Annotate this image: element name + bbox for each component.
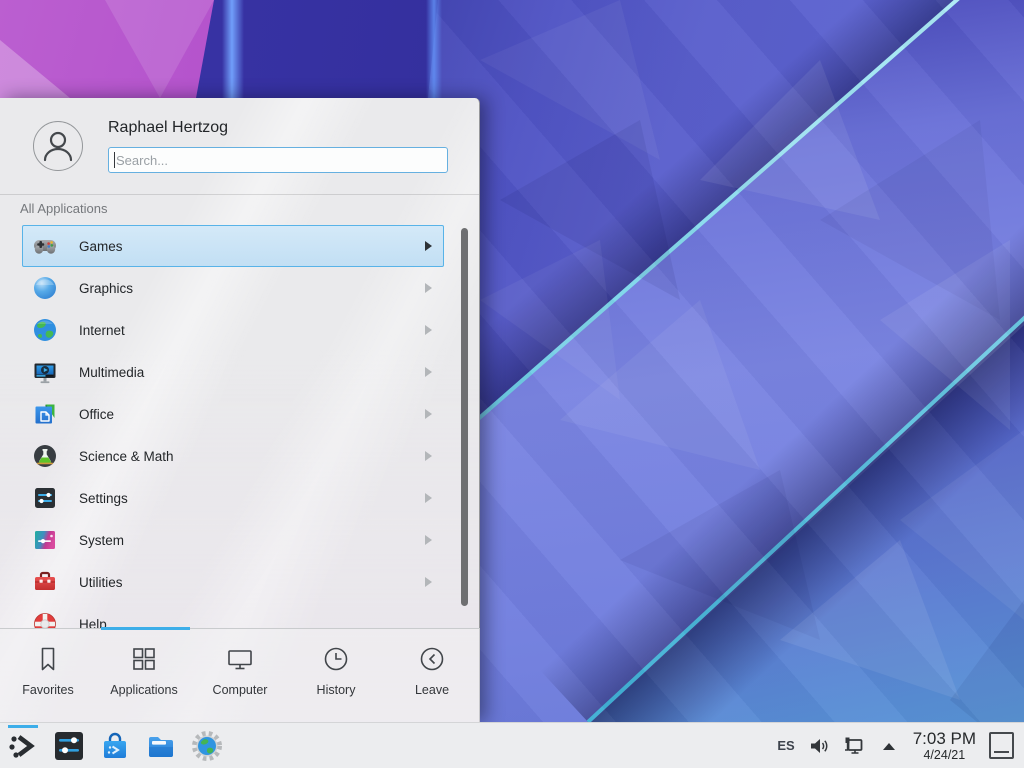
tab-computer[interactable]: Computer [192, 629, 288, 722]
active-tab-indicator [101, 627, 190, 630]
submenu-arrow-icon [424, 367, 432, 377]
category-label: Utilities [79, 575, 123, 590]
category-row-system[interactable]: System [22, 519, 444, 561]
category-row-games[interactable]: Games [22, 225, 444, 267]
tab-label: History [317, 683, 356, 697]
category-label: Games [79, 239, 123, 254]
applications-icon [129, 644, 159, 674]
history-icon [321, 644, 351, 674]
science-icon [32, 443, 58, 469]
category-row-settings[interactable]: Settings [22, 477, 444, 519]
category-row-utilities[interactable]: Utilities [22, 561, 444, 603]
favorites-icon [33, 644, 63, 674]
tab-favorites[interactable]: Favorites [0, 629, 96, 722]
internet-icon [32, 317, 58, 343]
scrollbar-thumb[interactable] [461, 228, 468, 606]
graphics-icon [32, 275, 58, 301]
wallpaper-gloss-line [426, 0, 442, 98]
section-label: All Applications [20, 201, 107, 216]
submenu-arrow-icon [424, 241, 432, 251]
taskbar-panel: ES 7:03 PM 4/24/21 [0, 722, 1024, 768]
submenu-arrow-icon [424, 577, 432, 587]
keyboard-layout-indicator[interactable]: ES [777, 738, 794, 753]
category-row-science-math[interactable]: Science & Math [22, 435, 444, 477]
category-row-graphics[interactable]: Graphics [22, 267, 444, 309]
system-tray: ES 7:03 PM 4/24/21 [777, 729, 1014, 762]
expand-caret-icon[interactable] [878, 735, 900, 757]
launcher-tab-bar: Favorites Applications Computer [0, 628, 480, 722]
category-row-help[interactable]: Help [22, 603, 444, 628]
category-label: System [79, 533, 124, 548]
text-caret [114, 152, 115, 168]
digital-clock[interactable]: 7:03 PM 4/24/21 [913, 729, 976, 762]
active-task-indicator [8, 725, 38, 728]
system-icon [32, 527, 58, 553]
tab-applications[interactable]: Applications [96, 629, 192, 722]
wallpaper-shadow [588, 0, 1024, 768]
kde-launcher-icon[interactable] [7, 730, 39, 762]
submenu-arrow-icon [424, 493, 432, 503]
games-icon [32, 233, 58, 259]
clock-date: 4/24/21 [913, 748, 976, 762]
category-row-multimedia[interactable]: Multimedia [22, 351, 444, 393]
multimedia-icon [32, 359, 58, 385]
category-list: Games Graphics Internet [0, 220, 480, 628]
submenu-arrow-icon [424, 535, 432, 545]
submenu-arrow-icon [424, 409, 432, 419]
tab-label: Leave [415, 683, 449, 697]
user-icon [36, 124, 80, 168]
submenu-arrow-icon [424, 325, 432, 335]
system-settings-icon[interactable] [53, 730, 85, 762]
network-icon[interactable] [843, 735, 865, 757]
category-label: Graphics [79, 281, 133, 296]
help-icon [32, 611, 58, 628]
user-name: Raphael Hertzog [108, 119, 228, 137]
tab-history[interactable]: History [288, 629, 384, 722]
divider [0, 194, 479, 195]
application-launcher-menu: Raphael Hertzog All Applications Games [0, 98, 480, 722]
discover-bag-icon[interactable] [99, 730, 131, 762]
computer-icon [225, 644, 255, 674]
utilities-icon [32, 569, 58, 595]
taskbar-app-icons [7, 730, 223, 762]
globe-gear-icon[interactable] [191, 730, 223, 762]
clock-time: 7:03 PM [913, 729, 976, 748]
tab-label: Favorites [22, 683, 73, 697]
show-desktop-button[interactable] [989, 732, 1014, 759]
submenu-arrow-icon [424, 451, 432, 461]
show-desktop-glyph [994, 751, 1009, 753]
folder-icon[interactable] [145, 730, 177, 762]
wallpaper-gloss-line [222, 0, 244, 98]
submenu-arrow-icon [424, 283, 432, 293]
wallpaper-cyan-edge [587, 0, 1024, 723]
search-input[interactable] [108, 147, 448, 173]
office-icon [32, 401, 58, 427]
leave-icon [417, 644, 447, 674]
category-label: Multimedia [79, 365, 144, 380]
settings-icon [32, 485, 58, 511]
category-row-office[interactable]: Office [22, 393, 444, 435]
tab-leave[interactable]: Leave [384, 629, 480, 722]
category-label: Science & Math [79, 449, 174, 464]
category-label: Office [79, 407, 114, 422]
category-label: Settings [79, 491, 128, 506]
category-label: Internet [79, 323, 125, 338]
tab-label: Computer [213, 683, 268, 697]
user-avatar[interactable] [33, 121, 83, 171]
category-row-internet[interactable]: Internet [22, 309, 444, 351]
wallpaper-shadow [540, 0, 1024, 722]
volume-icon[interactable] [808, 735, 830, 757]
tab-label: Applications [110, 683, 177, 697]
